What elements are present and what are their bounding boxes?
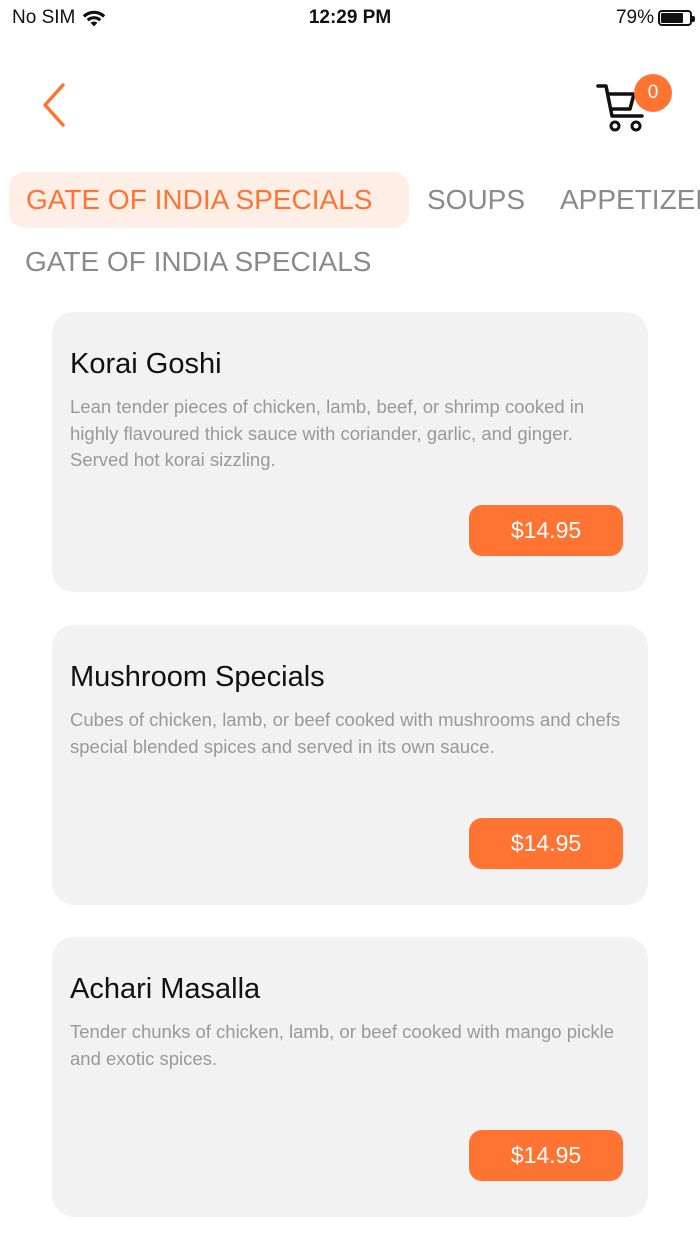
menu-item-card[interactable]: Mushroom Specials Cubes of chicken, lamb… xyxy=(52,625,648,905)
cart-count-badge: 0 xyxy=(634,74,672,112)
item-name: Korai Goshi xyxy=(70,348,222,380)
menu-item-card[interactable]: Achari Masalla Tender chunks of chicken,… xyxy=(52,937,648,1217)
menu-item-card[interactable]: Korai Goshi Lean tender pieces of chicke… xyxy=(52,312,648,592)
battery-icon xyxy=(658,10,695,26)
item-name: Achari Masalla xyxy=(70,973,261,1005)
item-description: Tender chunks of chicken, lamb, or beef … xyxy=(70,1021,614,1069)
status-bar: No SIM 12:29 PM 79% xyxy=(0,0,700,36)
tab-gate-of-india-specials[interactable]: GATE OF INDIA SPECIALS xyxy=(9,172,409,228)
tab-soups[interactable]: SOUPS xyxy=(427,172,525,228)
status-right: 79% xyxy=(615,7,695,29)
battery-tip xyxy=(692,16,695,22)
wifi-icon xyxy=(83,10,106,26)
price-button[interactable]: $14.95 xyxy=(469,1130,623,1181)
section-title: GATE OF INDIA SPECIALS xyxy=(25,246,372,277)
battery-fill xyxy=(661,13,684,23)
battery-percent: 79% xyxy=(615,7,654,28)
chevron-left-icon xyxy=(43,83,65,127)
cart-button[interactable]: 0 xyxy=(594,72,678,136)
category-tabs: GATE OF INDIA SPECIALS SOUPS APPETIZERS xyxy=(0,172,700,228)
item-name: Mushroom Specials xyxy=(70,661,325,693)
price-button[interactable]: $14.95 xyxy=(469,818,623,869)
item-description: Cubes of chicken, lamb, or beef cooked w… xyxy=(70,709,621,757)
carrier-label: No SIM xyxy=(12,7,76,28)
item-description: Lean tender pieces of chicken, lamb, bee… xyxy=(70,396,585,470)
back-button[interactable] xyxy=(34,80,74,130)
price-button[interactable]: $14.95 xyxy=(469,505,623,556)
tab-appetizers[interactable]: APPETIZERS xyxy=(560,172,700,228)
status-left: No SIM xyxy=(12,7,107,29)
